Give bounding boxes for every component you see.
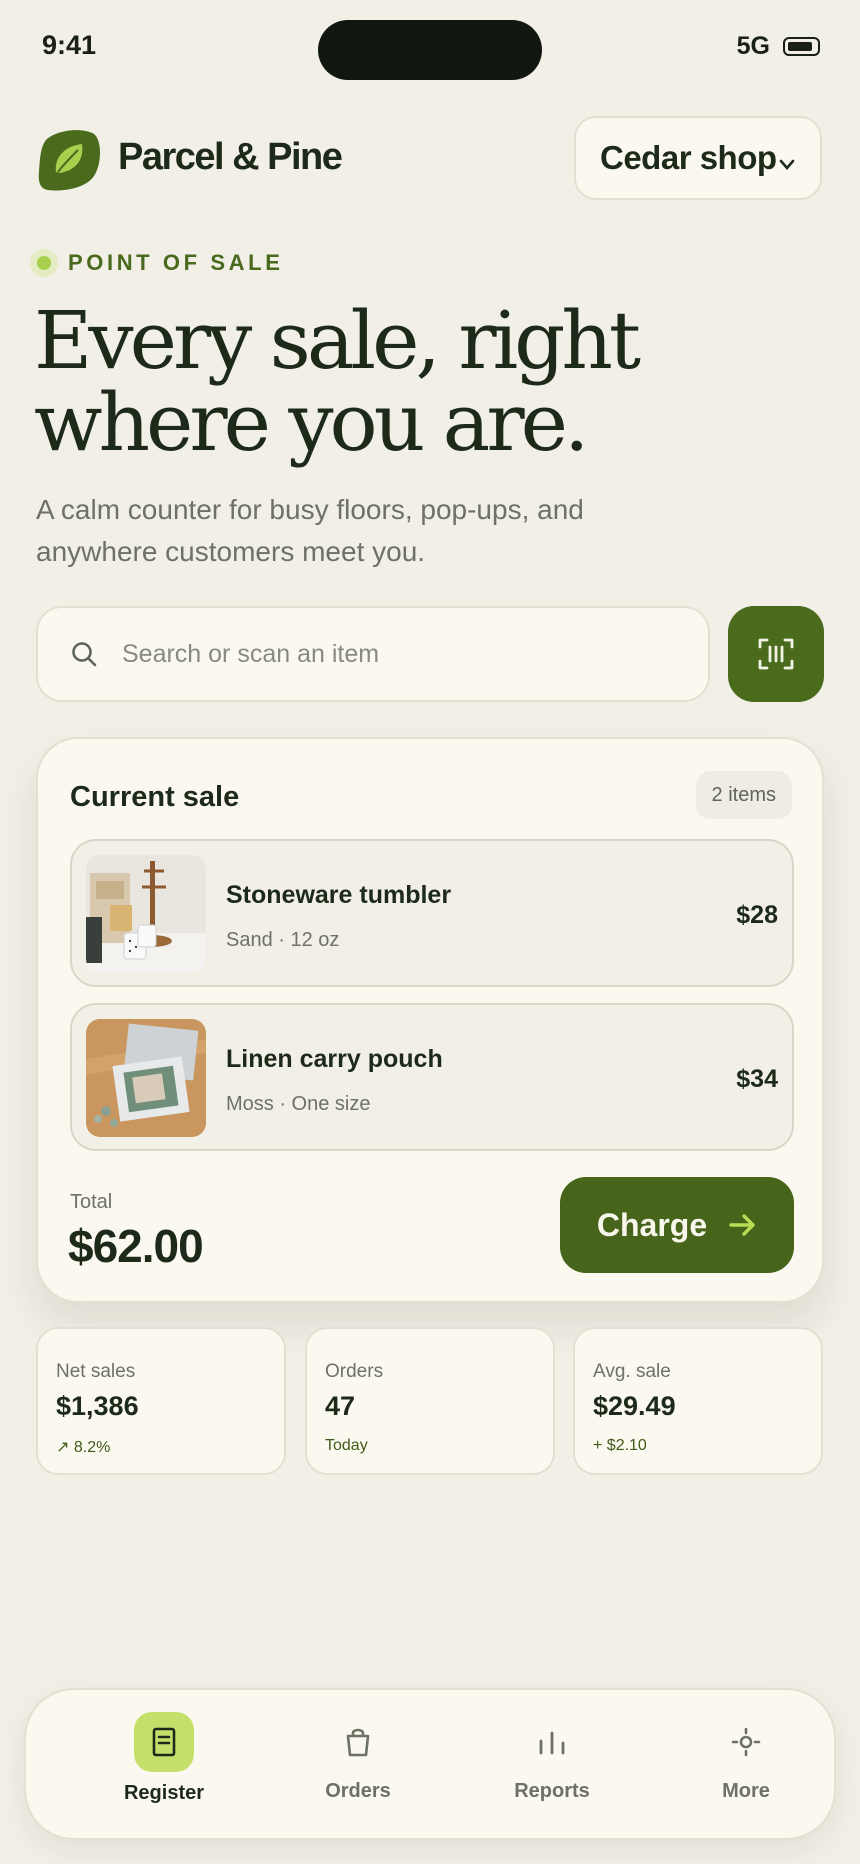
bar-chart-icon: [522, 1712, 582, 1772]
tab-reports[interactable]: Reports: [482, 1690, 622, 1840]
bag-icon: [328, 1712, 388, 1772]
stat-value: 47: [325, 1391, 356, 1421]
receipt-icon: [134, 1712, 194, 1772]
stat-label: Orders: [325, 1361, 384, 1382]
eyebrow-dot-icon: [30, 249, 58, 277]
search-bar: [36, 606, 710, 702]
shop-selector[interactable]: Cedar shop: [574, 116, 822, 200]
stat-period: Today: [325, 1437, 368, 1454]
stat-value: $29.49: [593, 1391, 676, 1421]
stat-label: Net sales: [56, 1361, 136, 1382]
stat-orders: Orders 47 Today: [305, 1327, 555, 1475]
stat-net-sales: Net sales $1,386 ↗ 8.2%: [36, 1327, 286, 1475]
stat-label: Avg. sale: [593, 1361, 671, 1382]
barcode-scan-icon: [758, 638, 794, 670]
sale-line-item[interactable]: Linen carry pouch Moss · One size $34: [70, 1003, 794, 1151]
eyebrow: POINT OF SALE: [30, 248, 283, 278]
network-indicator: 5G: [736, 32, 770, 60]
product-thumbnail: [86, 1019, 206, 1137]
tab-label: More: [722, 1780, 770, 1802]
hero-subtitle: A calm counter for busy floors, pop-ups,…: [36, 494, 584, 567]
brand-name: Parcel & Pine: [118, 136, 343, 178]
item-price: $34: [736, 1065, 778, 1093]
total-label: Total: [70, 1191, 113, 1213]
shop-selector-label: Cedar shop: [600, 139, 777, 176]
tab-more[interactable]: More: [676, 1690, 816, 1840]
current-sale-card: Current sale 2 items Stoneware tumbler S…: [36, 737, 824, 1303]
stat-value: $1,386: [56, 1391, 139, 1421]
search-input[interactable]: [122, 639, 682, 669]
leaf-logo-icon: [38, 130, 100, 191]
item-name: Linen carry pouch: [226, 1045, 443, 1073]
tab-label: Register: [123, 1782, 205, 1804]
charge-button-label: Charge: [596, 1206, 708, 1243]
tab-register[interactable]: Register: [94, 1690, 234, 1840]
battery-icon: [783, 37, 820, 56]
product-thumbnail: [86, 855, 206, 973]
item-variant: Sand · 12 oz: [226, 929, 340, 951]
chevron-down-icon: [779, 159, 794, 170]
items-count-badge: 2 items: [695, 771, 792, 819]
total-amount: $62.00: [68, 1220, 204, 1272]
item-price: $28: [736, 901, 778, 929]
tab-label: Reports: [514, 1780, 590, 1802]
search-icon: [72, 642, 97, 667]
stat-avg-sale: Avg. sale $29.49 + $2.10: [573, 1327, 823, 1475]
more-icon: [716, 1712, 776, 1772]
tab-orders[interactable]: Orders: [288, 1690, 428, 1840]
bottom-tab-bar: Register Orders Reports More: [24, 1688, 836, 1840]
tab-label: Orders: [325, 1780, 391, 1802]
eyebrow-label: POINT OF SALE: [68, 250, 284, 275]
item-name: Stoneware tumbler: [226, 881, 452, 909]
status-time: 9:41: [42, 30, 97, 60]
dynamic-island: [318, 20, 542, 80]
current-sale-title: Current sale: [70, 781, 240, 813]
hero-title: Every sale, right where you are.: [34, 294, 641, 469]
scan-barcode-button[interactable]: [728, 606, 824, 702]
stat-change: + $2.10: [593, 1437, 647, 1454]
stat-change: ↗ 8.2%: [56, 1439, 111, 1456]
item-variant: Moss · One size: [226, 1093, 371, 1115]
charge-button[interactable]: Charge: [560, 1177, 794, 1273]
status-bar: 9:41 5G: [0, 0, 860, 96]
sale-line-item[interactable]: Stoneware tumbler Sand · 12 oz $28: [70, 839, 794, 987]
arrow-right-icon: [729, 1214, 755, 1236]
